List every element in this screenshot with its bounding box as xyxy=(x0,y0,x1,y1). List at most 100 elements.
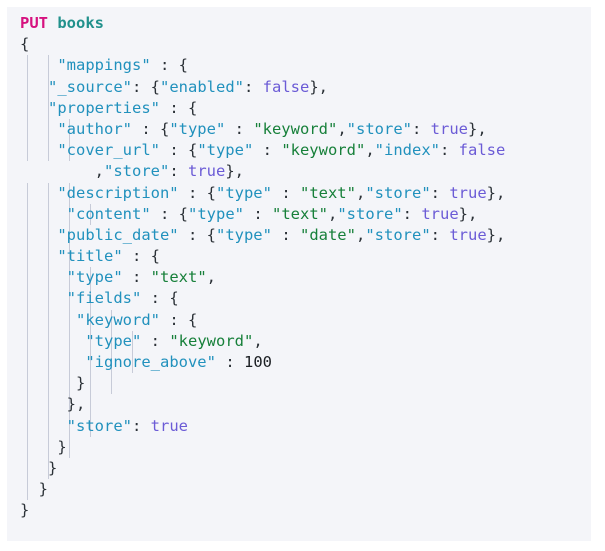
code-token-punc: } xyxy=(20,374,86,393)
code-lines-container[interactable]: PUT books{ "mappings" : { "_source": {"e… xyxy=(7,13,591,522)
code-token-bool: false xyxy=(458,141,506,160)
code-token-str: "text" xyxy=(150,268,207,287)
code-line-text: "title" : { xyxy=(20,246,160,267)
code-line[interactable]: "fields" : { xyxy=(7,288,591,310)
code-line[interactable]: }, xyxy=(7,394,591,416)
code-token-str: "text" xyxy=(272,204,328,223)
code-line-text: "properties" : { xyxy=(20,98,197,119)
code-line-text: "content" : {"type" : "text","store": tr… xyxy=(20,204,478,225)
code-token-punc: : xyxy=(402,204,422,223)
code-token-punc: }, xyxy=(225,162,244,181)
code-line-text: "author" : {"type" : "keyword","store": … xyxy=(20,119,486,140)
code-line[interactable]: "keyword" : { xyxy=(7,309,591,331)
code-line-text: "public_date" : {"type" : "date","store"… xyxy=(20,225,505,246)
code-token-key: "store" xyxy=(337,204,403,223)
code-line-text: "fields" : { xyxy=(20,288,179,309)
code-line[interactable]: } xyxy=(7,373,591,395)
code-token-punc: , xyxy=(328,204,338,223)
code-token-key: "type" xyxy=(66,268,123,287)
code-line[interactable]: "store": true xyxy=(7,415,591,437)
code-token-punc: } xyxy=(20,458,58,477)
code-token-num: 100 xyxy=(243,353,272,371)
code-token-key: "enabled" xyxy=(160,77,244,96)
code-token-bool: true xyxy=(188,162,226,181)
code-token-punc: : xyxy=(430,225,450,244)
code-token-punc: : { xyxy=(159,98,198,117)
code-token-punc: : xyxy=(244,204,272,223)
code-line[interactable]: "ignore_above" : 100 xyxy=(7,352,591,374)
code-line[interactable]: "title" : { xyxy=(7,246,591,268)
code-line[interactable]: "type" : "text", xyxy=(7,267,591,289)
code-line[interactable]: PUT books xyxy=(7,13,591,34)
code-line[interactable]: ,"store": true}, xyxy=(7,161,591,182)
code-line-text: "_source": {"enabled": false}, xyxy=(20,77,328,98)
code-token-punc: }, xyxy=(309,77,329,96)
code-token-punc: , xyxy=(253,331,263,350)
code-line-text: "description" : {"type" : "text","store"… xyxy=(20,183,505,204)
code-token-punc: : { xyxy=(150,56,188,75)
code-token-bool: true xyxy=(449,225,487,244)
code-line[interactable]: "public_date" : {"type" : "date","store"… xyxy=(7,224,591,247)
code-token-punc: : xyxy=(225,119,254,138)
code-line[interactable]: } xyxy=(7,457,591,480)
code-line[interactable]: "description" : {"type" : "text","store"… xyxy=(7,182,591,204)
code-token-key: "cover_url" xyxy=(57,141,160,160)
code-token-punc: : xyxy=(439,141,459,160)
code-token-key: "title" xyxy=(57,247,123,266)
code-line-text: } xyxy=(20,458,57,479)
code-token-punc: }, xyxy=(486,183,506,202)
code-token-key: "type" xyxy=(215,225,272,244)
code-line[interactable]: } xyxy=(7,436,591,458)
code-line-text: } xyxy=(20,479,48,500)
code-line[interactable]: "content" : {"type" : "text","store": tr… xyxy=(7,203,591,225)
code-token-key: "store" xyxy=(365,183,431,202)
code-line-text: "mappings" : { xyxy=(20,55,188,76)
code-line[interactable]: } xyxy=(7,500,591,521)
code-token-punc: } xyxy=(20,501,30,520)
code-line[interactable]: "type" : "keyword", xyxy=(7,330,591,352)
code-token-key: "type" xyxy=(188,204,244,223)
code-token-punc: : xyxy=(169,162,188,181)
code-line[interactable]: "author" : {"type" : "keyword","store": … xyxy=(7,118,591,141)
code-line[interactable]: "properties" : { xyxy=(7,97,591,119)
code-line[interactable]: "cover_url" : {"type" : "keyword","index… xyxy=(7,140,591,162)
code-token-str: "keyword" xyxy=(253,119,338,138)
code-line-text: } xyxy=(20,437,67,458)
code-token-punc: }, xyxy=(20,395,86,414)
code-token-key: "ignore_above" xyxy=(85,353,216,371)
code-token-bool: true xyxy=(150,416,188,435)
code-line[interactable]: "mappings" : { xyxy=(7,55,591,77)
code-block-panel[interactable]: PUT books{ "mappings" : { "_source": {"e… xyxy=(7,7,591,541)
code-token-punc: } xyxy=(20,480,48,499)
code-line[interactable]: { xyxy=(7,34,591,55)
code-token-punc: : xyxy=(215,353,244,371)
code-token-punc: : { xyxy=(131,119,170,138)
code-token-punc: , xyxy=(206,268,217,287)
code-line-text: { xyxy=(20,34,29,55)
code-line-text: "type" : "keyword", xyxy=(20,331,263,352)
code-token-key: "type" xyxy=(85,331,142,350)
code-token-method: PUT xyxy=(20,14,48,32)
code-token-punc: } xyxy=(20,437,67,456)
code-token-punc: : xyxy=(132,416,151,435)
code-line-text: "keyword" : { xyxy=(20,310,197,331)
code-line[interactable]: "_source": {"enabled": false}, xyxy=(7,76,591,98)
code-line-text: ,"store": true}, xyxy=(20,161,244,182)
code-token-key: "_source" xyxy=(48,77,132,96)
code-token-punc: : xyxy=(411,119,431,138)
code-line[interactable]: } xyxy=(7,479,591,501)
code-token-punc: : xyxy=(430,183,450,202)
screenshot-root: PUT books{ "mappings" : { "_source": {"e… xyxy=(0,0,605,551)
code-token-key: "keyword" xyxy=(76,310,160,329)
